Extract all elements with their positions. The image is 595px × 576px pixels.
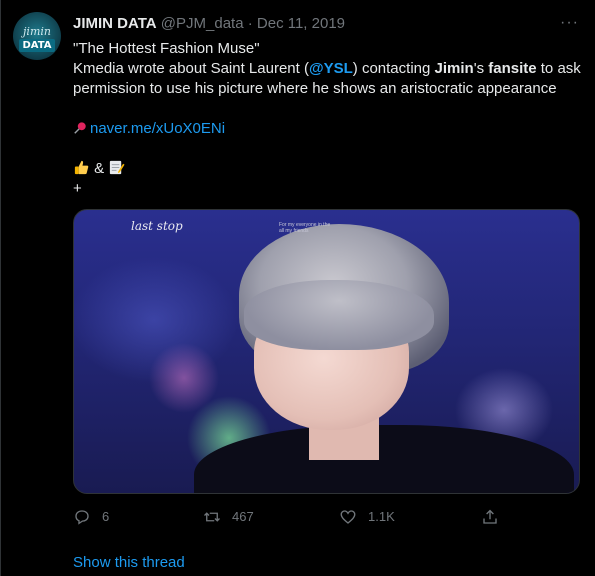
tweet-date[interactable]: Dec 11, 2019 bbox=[257, 15, 345, 32]
bold-jimin: Jimin bbox=[434, 60, 474, 77]
more-icon[interactable]: ··· bbox=[560, 14, 579, 32]
tweet-actions: 6 467 1.1K bbox=[73, 508, 503, 528]
image-caption: last stop bbox=[131, 219, 183, 233]
tweet[interactable]: jimin DATA JIMIN DATA @PJM_data · Dec 11… bbox=[0, 0, 595, 576]
mention-ysl[interactable]: @YSL bbox=[309, 60, 353, 77]
text-segment: 's bbox=[473, 60, 489, 77]
image-bangs bbox=[244, 280, 434, 350]
show-thread-link[interactable]: Show this thread bbox=[73, 554, 185, 571]
like-button[interactable]: 1.1K bbox=[339, 508, 395, 526]
image-tiny-line: all my friends bbox=[279, 228, 309, 234]
like-count: 1.1K bbox=[368, 509, 395, 524]
thumbs-up-icon bbox=[74, 160, 89, 175]
reply-count: 6 bbox=[102, 509, 110, 524]
ampersand: & bbox=[94, 160, 105, 177]
tweet-line-1: "The Hottest Fashion Muse" bbox=[73, 40, 260, 57]
avatar-block-text: DATA bbox=[19, 39, 55, 52]
reply-icon bbox=[75, 510, 89, 525]
image-tiny-text: For my everyone in the all my friends bbox=[279, 222, 330, 234]
tweet-image[interactable]: last stop For my everyone in the all my f… bbox=[73, 209, 580, 494]
bold-fansite: fansite bbox=[488, 60, 537, 77]
avatar-script-text: jimin bbox=[23, 25, 51, 38]
reply-button[interactable]: 6 bbox=[73, 508, 109, 526]
tweet-link-line: naver.me/xUoX0ENi bbox=[73, 119, 583, 139]
retweet-button[interactable]: 467 bbox=[203, 508, 254, 526]
retweet-count: 467 bbox=[232, 509, 254, 524]
share-button[interactable] bbox=[481, 508, 499, 526]
share-icon bbox=[483, 509, 497, 524]
tweet-text: "The Hottest Fashion Muse" Kmedia wrote … bbox=[73, 39, 583, 199]
image-body bbox=[194, 425, 574, 493]
retweet-icon bbox=[204, 512, 220, 522]
avatar[interactable]: jimin DATA bbox=[13, 12, 61, 60]
author-name[interactable]: JIMIN DATA bbox=[73, 15, 157, 32]
author-handle[interactable]: @PJM_data bbox=[161, 15, 244, 32]
tweet-line-2: Kmedia wrote about Saint Laurent (@YSL) … bbox=[73, 59, 583, 99]
pushpin-icon bbox=[74, 122, 86, 134]
text-segment: ) contacting bbox=[352, 60, 435, 77]
tweet-emoji-line: & bbox=[73, 159, 583, 179]
plus-line: + bbox=[73, 180, 82, 197]
memo-icon bbox=[110, 160, 125, 175]
naver-link[interactable]: naver.me/xUoX0ENi bbox=[90, 120, 225, 137]
separator-dot: · bbox=[247, 15, 253, 32]
tweet-header: JIMIN DATA @PJM_data · Dec 11, 2019 bbox=[73, 14, 345, 34]
like-icon bbox=[340, 510, 356, 524]
text-segment: Kmedia wrote about Saint Laurent ( bbox=[73, 60, 309, 77]
